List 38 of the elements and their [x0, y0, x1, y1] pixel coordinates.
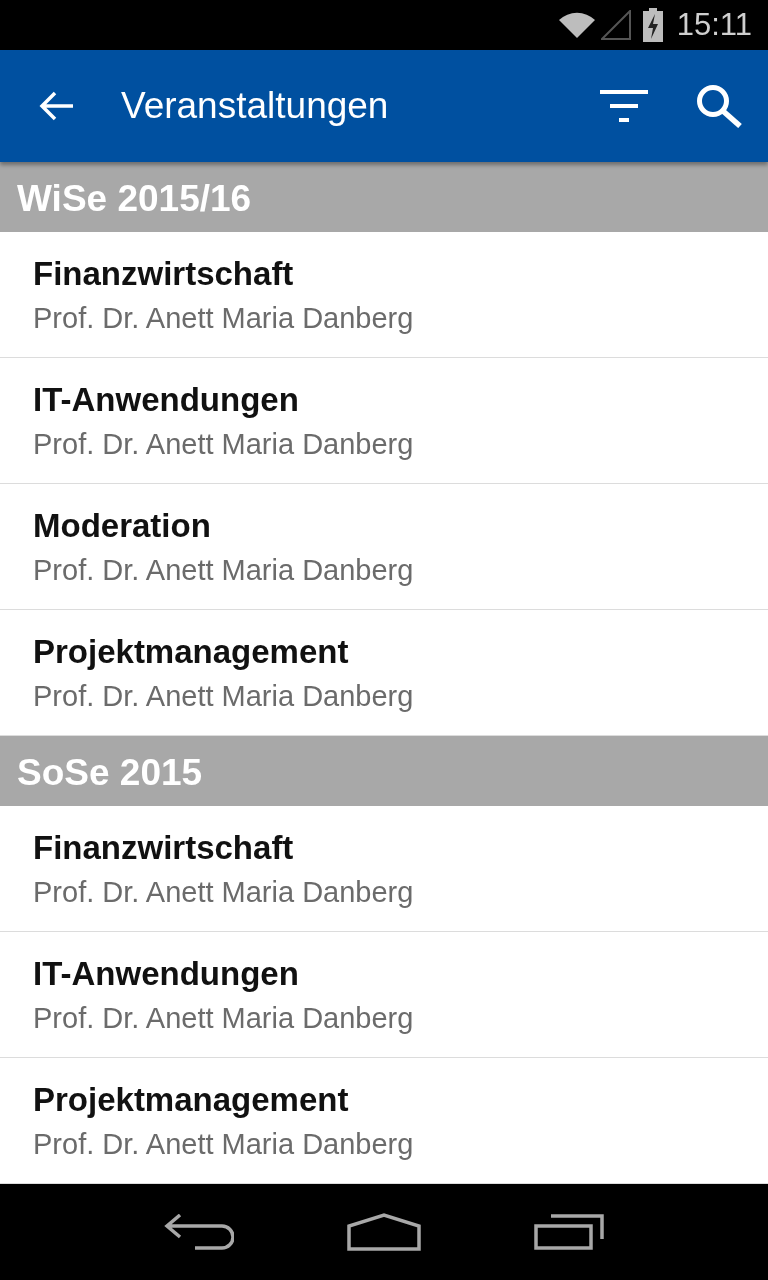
course-list-item[interactable]: Finanzwirtschaft Prof. Dr. Anett Maria Danberg: [0, 232, 768, 358]
course-name: Projektmanagement: [33, 632, 349, 672]
lecturer-name: Prof. Dr. Anett Maria Danberg: [33, 875, 414, 910]
course-name: IT-Anwendungen: [33, 380, 299, 420]
course-list-item[interactable]: Finanzwirtschaft Prof. Dr. Anett Maria Danberg: [0, 806, 768, 932]
screen-title: Veranstaltungen: [121, 85, 389, 127]
filter-icon: [600, 90, 648, 122]
lecturer-name: Prof. Dr. Anett Maria Danberg: [33, 1127, 414, 1162]
search-icon: [696, 84, 742, 128]
status-time: 15:11: [676, 7, 752, 43]
course-name: IT-Anwendungen: [33, 954, 299, 994]
recents-nav-button[interactable]: [533, 1214, 604, 1250]
course-list-item[interactable]: IT-Anwendungen Prof. Dr. Anett Maria Danberg: [0, 358, 768, 484]
lecturer-name: Prof. Dr. Anett Maria Danberg: [33, 553, 414, 588]
back-arrow-icon: [39, 91, 73, 121]
battery-charging-icon: [642, 8, 663, 42]
home-icon: [347, 1213, 421, 1251]
wifi-icon: [558, 12, 595, 38]
course-name: Finanzwirtschaft: [33, 828, 294, 868]
course-name: Projektmanagement: [33, 1080, 349, 1120]
search-button[interactable]: [696, 84, 742, 128]
lecturer-name: Prof. Dr. Anett Maria Danberg: [33, 1001, 414, 1036]
lecturer-name: Prof. Dr. Anett Maria Danberg: [33, 301, 414, 336]
back-button[interactable]: [39, 91, 73, 121]
filter-button[interactable]: [600, 90, 648, 122]
recent-apps-icon: [533, 1214, 604, 1250]
semester-title: WiSe 2015/16: [17, 178, 252, 220]
lecturer-name: Prof. Dr. Anett Maria Danberg: [33, 679, 414, 714]
course-list-item[interactable]: IT-Anwendungen Prof. Dr. Anett Maria Danberg: [0, 932, 768, 1058]
signal-icon: [600, 10, 631, 40]
lecturer-name: Prof. Dr. Anett Maria Danberg: [33, 427, 414, 462]
back-nav-button[interactable]: [164, 1214, 235, 1250]
course-name: Moderation: [33, 506, 211, 546]
course-name: Finanzwirtschaft: [33, 254, 294, 294]
semester-title: SoSe 2015: [17, 752, 203, 794]
home-nav-button[interactable]: [347, 1213, 421, 1251]
course-list-item[interactable]: Moderation Prof. Dr. Anett Maria Danberg: [0, 484, 768, 610]
back-icon: [164, 1214, 235, 1250]
